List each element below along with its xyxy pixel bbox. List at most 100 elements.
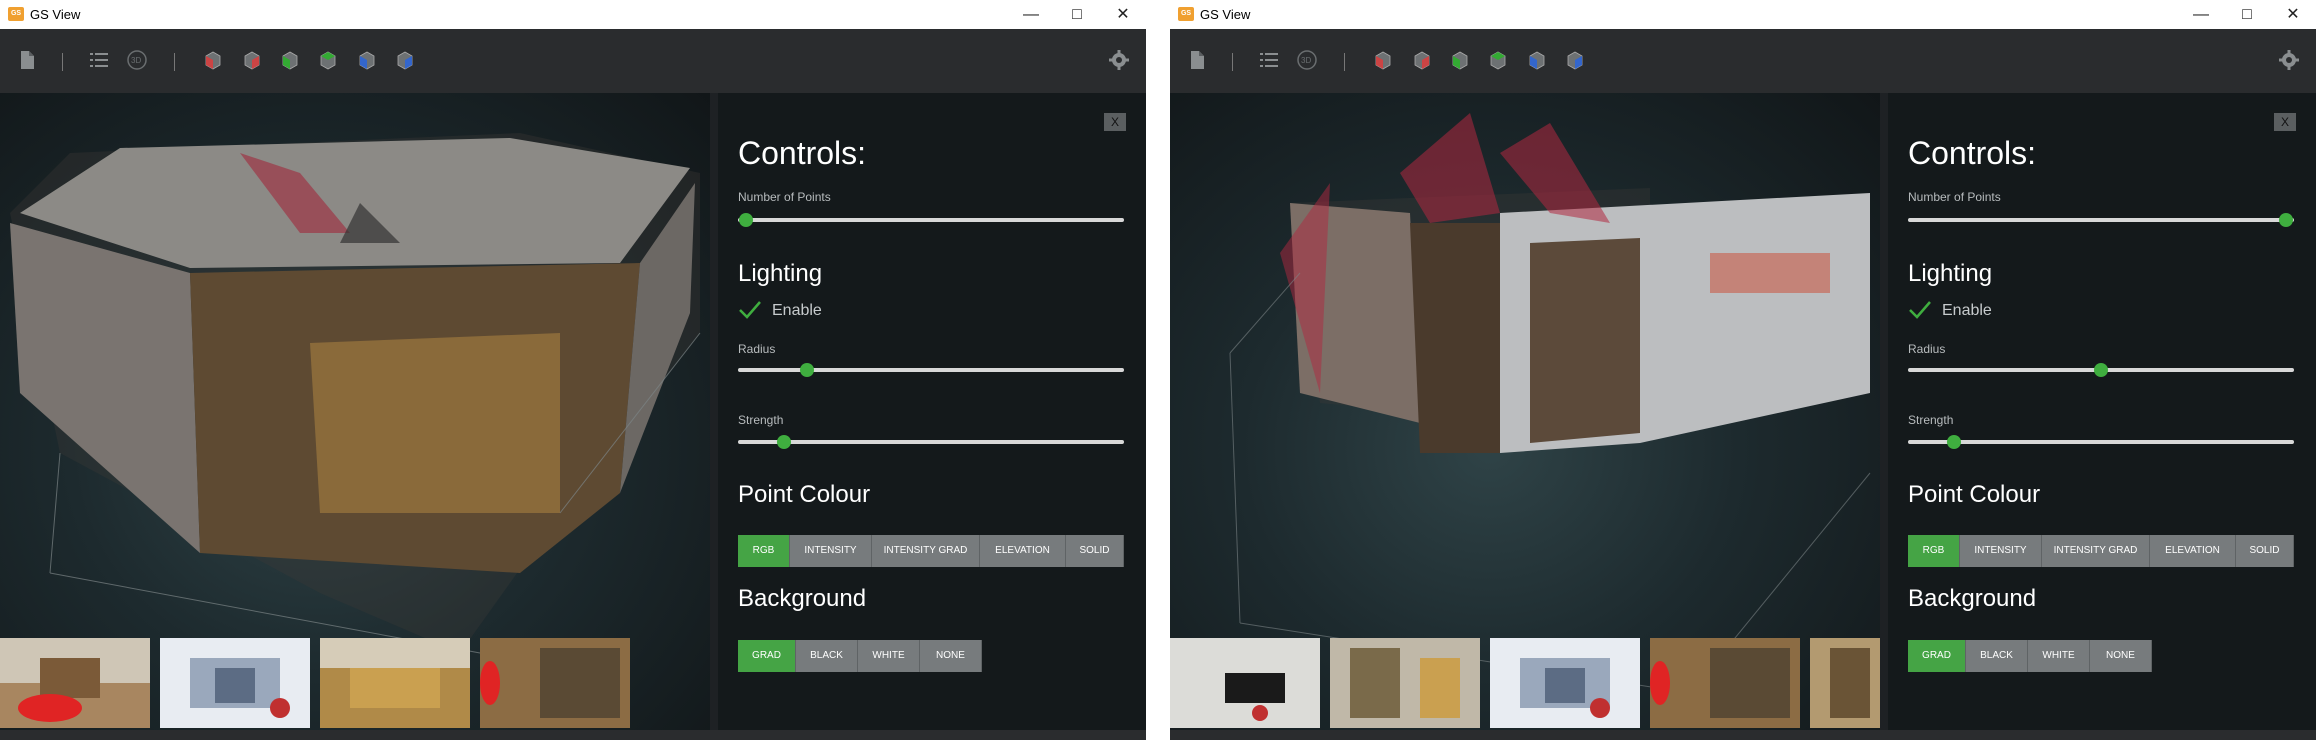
points-slider[interactable]: [1908, 213, 2294, 227]
radius-slider[interactable]: [1908, 363, 2294, 377]
background-option-grad[interactable]: GRAD: [1908, 640, 1966, 672]
thumbnail-photo: [160, 638, 310, 728]
list-icon[interactable]: [88, 49, 110, 71]
minimize-button[interactable]: —: [2178, 0, 2224, 29]
gs-view-window-left: GS GS View — □ ✕ 3D X Controls: Number o…: [0, 0, 1146, 740]
strength-label: Strength: [738, 413, 784, 427]
view-cube-green-icon[interactable]: [279, 49, 301, 71]
lighting-heading: Lighting: [738, 260, 823, 287]
colour-option-elevation[interactable]: ELEVATION: [980, 535, 1066, 567]
file-icon[interactable]: [1186, 49, 1208, 71]
status-strip: [1170, 730, 2316, 740]
app-logo-icon: GS: [8, 7, 24, 21]
view-cube-blue-alt-icon[interactable]: [394, 49, 416, 71]
point-cloud-viewport[interactable]: [1170, 93, 1880, 740]
colour-option-elevation[interactable]: ELEVATION: [2150, 535, 2236, 567]
strength-label: Strength: [1908, 413, 1954, 427]
points-slider[interactable]: [738, 213, 1124, 227]
background-option-black[interactable]: BLACK: [1966, 640, 2028, 672]
thumbnail-image[interactable]: [320, 638, 470, 728]
svg-text:3D: 3D: [1301, 56, 1311, 65]
view-cube-blue-icon[interactable]: [356, 49, 378, 71]
strength-slider[interactable]: [1908, 435, 2294, 449]
image-thumbnail-strip: [0, 638, 710, 730]
controls-heading: Controls:: [1908, 135, 2037, 171]
enable-label: Enable: [1942, 302, 1992, 319]
colour-option-solid[interactable]: SOLID: [1066, 535, 1124, 567]
settings-gear-icon[interactable]: [2278, 49, 2300, 71]
colour-option-intensity-grad[interactable]: INTENSITY GRAD: [872, 535, 980, 567]
slider-handle[interactable]: [800, 363, 815, 377]
image-thumbnail-strip: [1170, 638, 1880, 730]
enable-label: Enable: [772, 302, 822, 319]
minimize-button[interactable]: —: [1008, 0, 1054, 29]
strength-slider[interactable]: [738, 435, 1124, 449]
thumbnail-image[interactable]: [480, 638, 630, 728]
slider-handle[interactable]: [1947, 435, 1962, 449]
close-window-button[interactable]: ✕: [1100, 0, 1146, 29]
thumbnail-photo: [320, 638, 470, 728]
background-option-black[interactable]: BLACK: [796, 640, 858, 672]
points-label: Number of Points: [1908, 190, 2001, 204]
thumbnail-image[interactable]: [0, 638, 150, 728]
background-option-white[interactable]: WHITE: [2028, 640, 2090, 672]
thumbnail-image[interactable]: [1330, 638, 1480, 728]
lighting-enable-checkbox[interactable]: Enable: [738, 300, 822, 324]
radius-label: Radius: [738, 342, 776, 356]
panel-close-button[interactable]: X: [2274, 113, 2296, 131]
thumbnail-image[interactable]: [1490, 638, 1640, 728]
thumbnail-photo: [1810, 638, 1880, 728]
view-cube-green-icon[interactable]: [1449, 49, 1471, 71]
slider-handle[interactable]: [2094, 363, 2108, 377]
list-icon[interactable]: [1258, 49, 1280, 71]
controls-heading: Controls:: [738, 135, 867, 171]
toolbar: 3D: [0, 29, 1146, 93]
close-window-button[interactable]: ✕: [2270, 0, 2316, 29]
radius-slider[interactable]: [738, 363, 1124, 377]
slider-track: [1908, 440, 2294, 444]
colour-option-intensity[interactable]: INTENSITY: [790, 535, 872, 567]
colour-option-solid[interactable]: SOLID: [2236, 535, 2294, 567]
slider-track: [738, 440, 1124, 444]
colour-option-rgb[interactable]: RGB: [1908, 535, 1960, 567]
background-option-grad[interactable]: GRAD: [738, 640, 796, 672]
title-bar: GS GS View — □ ✕: [0, 0, 1146, 29]
slider-handle[interactable]: [2279, 213, 2294, 227]
view-cube-red-icon[interactable]: [241, 49, 263, 71]
checkmark-icon: [1909, 301, 1931, 319]
window-title: GS View: [30, 7, 81, 22]
maximize-button[interactable]: □: [2224, 0, 2270, 29]
thumbnail-image[interactable]: [160, 638, 310, 728]
view-cube-icon[interactable]: [1372, 49, 1394, 71]
colour-option-intensity-grad[interactable]: INTENSITY GRAD: [2042, 535, 2150, 567]
background-option-white[interactable]: WHITE: [858, 640, 920, 672]
view-cube-icon[interactable]: [202, 49, 224, 71]
toolbar-divider: [1232, 53, 1233, 71]
thumbnail-image[interactable]: [1170, 638, 1320, 728]
slider-handle[interactable]: [777, 435, 792, 449]
background-option-none[interactable]: NONE: [920, 640, 982, 672]
rotate-3d-icon[interactable]: 3D: [1296, 49, 1318, 71]
background-heading: Background: [1908, 585, 2037, 612]
lighting-enable-checkbox[interactable]: Enable: [1908, 300, 1992, 324]
background-selector: GRAD BLACK WHITE NONE: [1908, 640, 2152, 672]
title-bar: GS GS View — □ ✕: [1170, 0, 2316, 29]
slider-handle[interactable]: [738, 213, 753, 227]
colour-option-rgb[interactable]: RGB: [738, 535, 790, 567]
view-cube-blue-icon[interactable]: [1526, 49, 1548, 71]
point-cloud-viewport[interactable]: [0, 93, 710, 740]
file-icon[interactable]: [16, 49, 38, 71]
settings-gear-icon[interactable]: [1108, 49, 1130, 71]
colour-option-intensity[interactable]: INTENSITY: [1960, 535, 2042, 567]
maximize-button[interactable]: □: [1054, 0, 1100, 29]
thumbnail-photo: [1490, 638, 1640, 728]
view-cube-green-alt-icon[interactable]: [317, 49, 339, 71]
view-cube-green-alt-icon[interactable]: [1487, 49, 1509, 71]
thumbnail-image[interactable]: [1650, 638, 1800, 728]
background-option-none[interactable]: NONE: [2090, 640, 2152, 672]
rotate-3d-icon[interactable]: 3D: [126, 49, 148, 71]
panel-close-button[interactable]: X: [1104, 113, 1126, 131]
view-cube-blue-alt-icon[interactable]: [1564, 49, 1586, 71]
thumbnail-image[interactable]: [1810, 638, 1880, 728]
view-cube-red-icon[interactable]: [1411, 49, 1433, 71]
